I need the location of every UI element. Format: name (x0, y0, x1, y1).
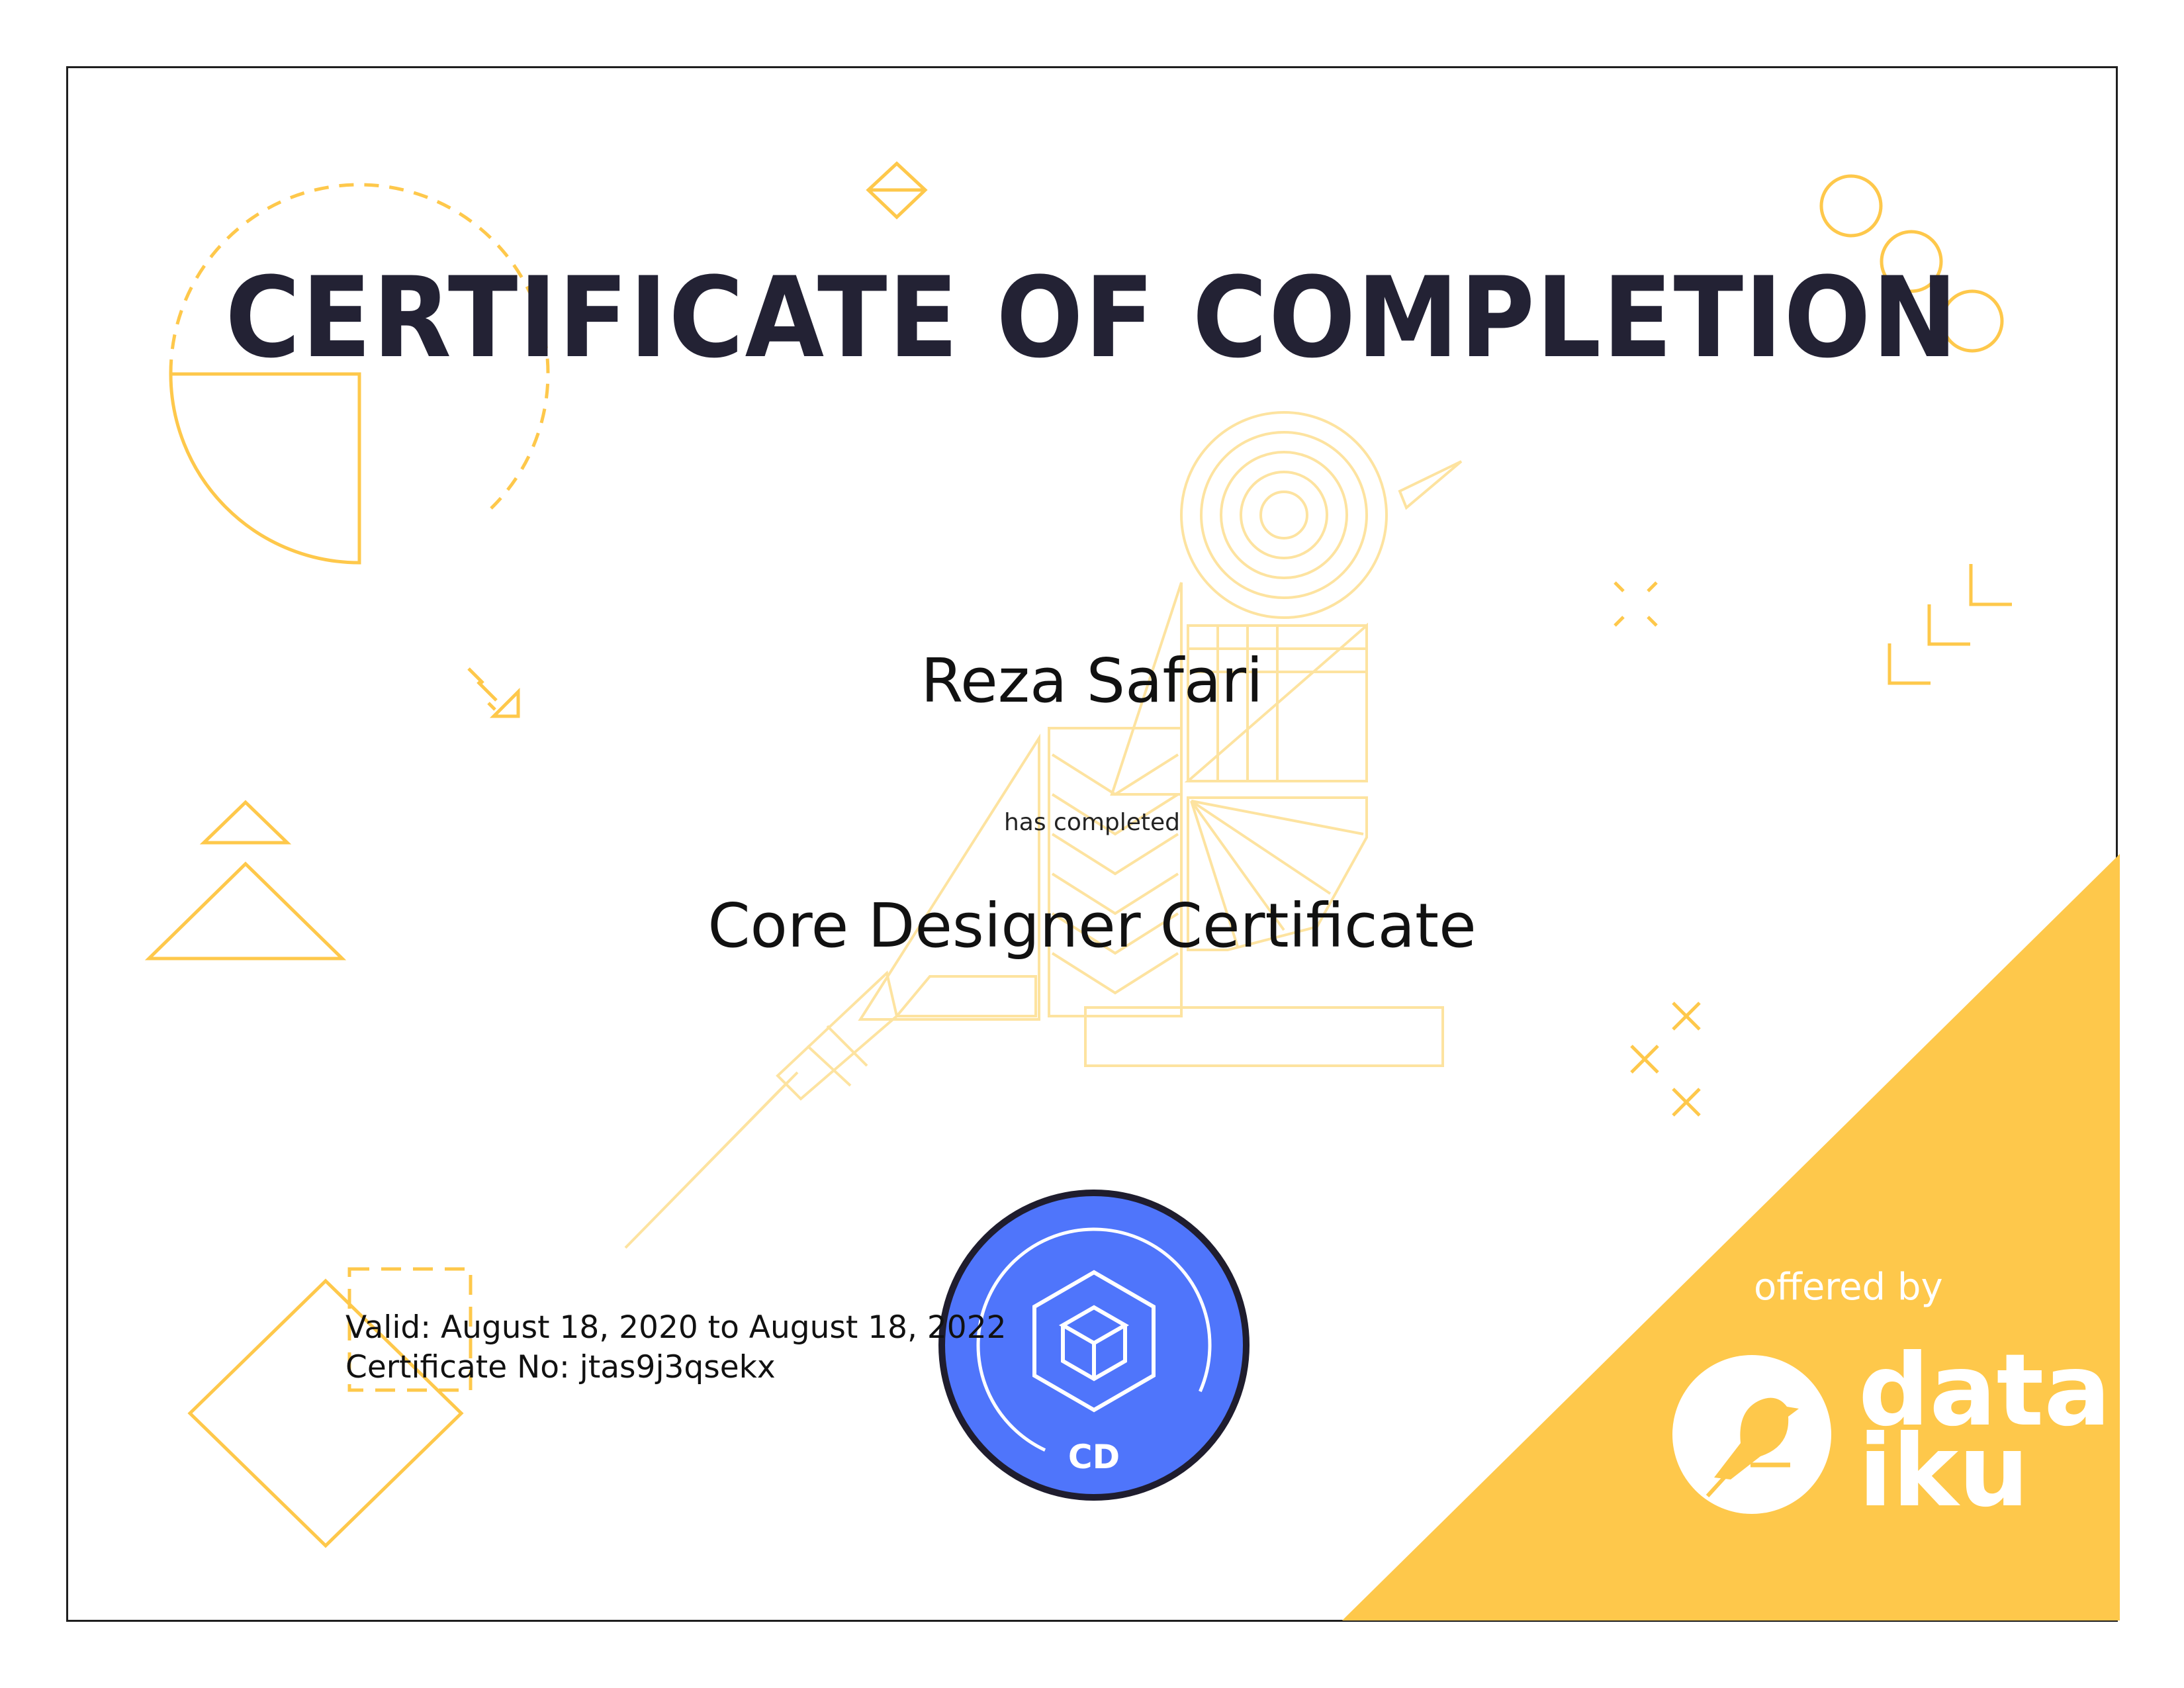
badge-abbreviation: CD (1068, 1438, 1120, 1476)
validity-dates: Valid: August 18, 2020 to August 18, 202… (345, 1309, 1007, 1346)
certificate-title: CERTIFICATE OF COMPLETION (225, 253, 1959, 383)
issuer-logo-wordmark: data iku (1858, 1333, 2111, 1529)
large-x-marks (1630, 1002, 1701, 1117)
certificate-number: Certificate No: jtas9j3qsekx (345, 1349, 776, 1385)
offered-by-label: offered by (1754, 1266, 1943, 1309)
small-x-marks (1614, 581, 1658, 627)
bird-logo-icon (1672, 1355, 1831, 1514)
course-name: Core Designer Certificate (707, 890, 1477, 961)
small-diamond-shape (866, 161, 928, 220)
completed-label: has completed (1003, 809, 1181, 836)
recipient-name: Reza Safari (921, 645, 1263, 716)
